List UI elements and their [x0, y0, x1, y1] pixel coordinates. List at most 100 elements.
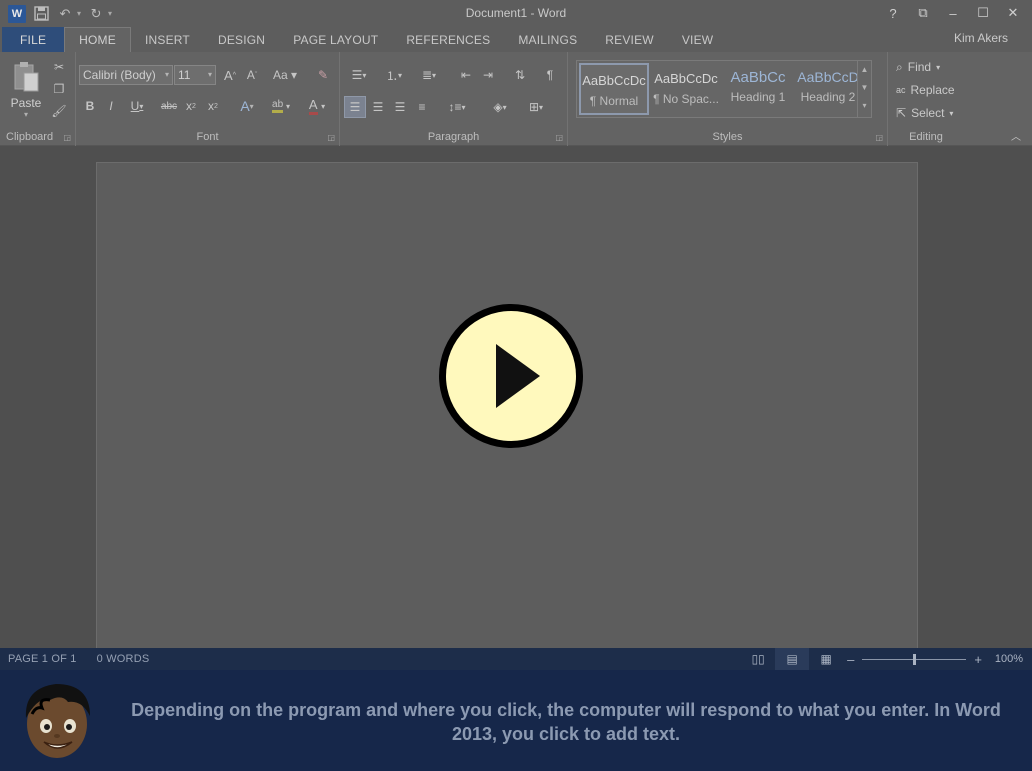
replace-label: Replace: [910, 83, 955, 97]
subscript-icon[interactable]: x2: [182, 96, 200, 116]
help-icon[interactable]: ?: [880, 3, 906, 23]
clear-formatting-icon[interactable]: ✎: [312, 65, 334, 85]
play-icon: [496, 344, 540, 408]
bullets-icon[interactable]: ☰ ▾: [344, 65, 374, 85]
web-layout-icon[interactable]: ▦: [809, 648, 843, 670]
font-group-label: Font: [196, 131, 219, 143]
minimize-button[interactable]: –: [940, 3, 966, 23]
font-name-value: Calibri (Body): [83, 68, 156, 82]
cursor-arrow-icon: ⇱: [896, 106, 907, 120]
editing-group-label: Editing: [909, 131, 943, 143]
paste-dropdown-icon[interactable]: ▾: [24, 110, 28, 119]
replace-button[interactable]: ac Replace: [896, 79, 955, 101]
sort-icon[interactable]: ⇅: [510, 65, 530, 85]
title-bar: W ↶ ▾ ↻ ▾ Document1 - Word ? ⧉ – ☐ ✕: [0, 0, 1032, 27]
view-and-zoom-controls: ▯▯ ▤ ▦ – + 100%: [741, 648, 1032, 670]
font-size-combo[interactable]: 11 ▾: [174, 65, 216, 85]
undo-dropdown-icon[interactable]: ▾: [77, 9, 81, 18]
copy-icon[interactable]: ❐: [50, 80, 68, 98]
font-color-icon[interactable]: A ▾: [302, 96, 332, 116]
style-heading-2[interactable]: AaBbCcD Heading 2: [793, 63, 863, 115]
word-count-status[interactable]: 0 WORDS: [97, 653, 150, 665]
collapse-ribbon-icon[interactable]: ︿: [1008, 128, 1024, 143]
style-name: ¶ No Spac...: [653, 92, 719, 106]
zoom-level[interactable]: 100%: [986, 653, 1032, 665]
italic-icon[interactable]: I: [103, 96, 119, 116]
font-launcher-icon[interactable]: ◲: [327, 133, 335, 142]
page-count-status[interactable]: PAGE 1 OF 1: [8, 653, 77, 665]
chevron-down-icon: ▾: [936, 62, 941, 72]
zoom-slider-thumb[interactable]: [913, 653, 917, 665]
style-normal[interactable]: AaBbCcDc ¶ Normal: [579, 63, 649, 115]
chevron-down-icon: ▾: [207, 70, 212, 79]
play-video-button[interactable]: [439, 304, 583, 448]
undo-icon[interactable]: ↶: [56, 4, 74, 24]
tab-file[interactable]: FILE: [2, 27, 65, 52]
style-sample: AaBbCc: [730, 69, 786, 86]
grow-font-icon[interactable]: A ^: [220, 65, 240, 85]
underline-icon[interactable]: U ▾: [124, 96, 150, 116]
style-no-spacing[interactable]: AaBbCcDc ¶ No Spac...: [651, 63, 721, 115]
styles-launcher-icon[interactable]: ◲: [875, 133, 883, 142]
tab-insert[interactable]: INSERT: [131, 27, 204, 52]
gallery-up-icon[interactable]: ▲: [858, 61, 871, 79]
bold-icon[interactable]: B: [82, 96, 98, 116]
style-sample: AaBbCcDc: [654, 71, 718, 86]
numbering-icon[interactable]: ⒈ ▾: [378, 65, 410, 85]
tab-home[interactable]: HOME: [64, 27, 131, 52]
tab-design[interactable]: DESIGN: [204, 27, 279, 52]
zoom-out-icon[interactable]: –: [843, 652, 858, 667]
shrink-font-icon[interactable]: Aˇ: [242, 65, 262, 85]
increase-indent-icon[interactable]: ⇥: [478, 65, 498, 85]
tab-review[interactable]: REVIEW: [591, 27, 668, 52]
font-name-combo[interactable]: Calibri (Body) ▾: [79, 65, 173, 85]
superscript-icon[interactable]: x2: [204, 96, 222, 116]
narrator-avatar: [25, 684, 90, 758]
read-mode-icon[interactable]: ▯▯: [741, 648, 775, 670]
narration-caption: Depending on the program and where you c…: [131, 700, 1001, 744]
strikethrough-icon[interactable]: abc: [158, 96, 180, 116]
editing-group: ⌕ Find ▾ ac Replace ⇱ Select ▾ Editing: [888, 52, 964, 146]
save-icon[interactable]: [32, 4, 50, 24]
tab-references[interactable]: REFERENCES: [392, 27, 504, 52]
highlight-color-icon[interactable]: ab ▾: [266, 96, 296, 116]
paragraph-group-label: Paragraph: [427, 131, 480, 143]
find-button[interactable]: ⌕ Find ▾: [896, 56, 940, 78]
ribbon-display-options-icon[interactable]: ⧉: [910, 3, 936, 23]
paragraph-launcher-icon[interactable]: ◲: [555, 133, 563, 142]
gallery-more-icon[interactable]: ▾: [858, 97, 871, 115]
style-sample: AaBbCcDc: [582, 73, 646, 88]
borders-icon[interactable]: ⊞ ▾: [520, 96, 552, 118]
change-case-icon[interactable]: Aa ▾: [270, 65, 300, 85]
multilevel-list-icon[interactable]: ≣ ▾: [414, 65, 444, 85]
decrease-indent-icon[interactable]: ⇤: [456, 65, 476, 85]
redo-icon[interactable]: ↻: [87, 4, 105, 24]
print-layout-icon[interactable]: ▤: [775, 648, 810, 670]
word-app-icon[interactable]: W: [8, 4, 26, 24]
select-button[interactable]: ⇱ Select ▾: [896, 102, 953, 124]
shading-icon[interactable]: ◈ ▾: [484, 96, 516, 118]
tab-mailings[interactable]: MAILINGS: [504, 27, 591, 52]
line-spacing-icon[interactable]: ↕≡ ▾: [442, 96, 472, 118]
style-heading-1[interactable]: AaBbCc Heading 1: [723, 63, 793, 115]
align-left-icon[interactable]: ☰: [344, 96, 366, 118]
close-button[interactable]: ✕: [1000, 3, 1026, 23]
justify-icon[interactable]: ≡: [412, 96, 432, 118]
gallery-down-icon[interactable]: ▼: [858, 79, 871, 97]
zoom-slider[interactable]: [862, 653, 967, 665]
window-controls: ? ⧉ – ☐ ✕: [880, 3, 1026, 23]
tab-page-layout[interactable]: PAGE LAYOUT: [279, 27, 392, 52]
zoom-in-icon[interactable]: +: [970, 652, 986, 667]
show-hide-pilcrow-icon[interactable]: ¶: [540, 65, 560, 85]
user-account-name[interactable]: Kim Akers: [954, 31, 1008, 45]
clipboard-launcher-icon[interactable]: ◲: [63, 133, 71, 142]
maximize-button[interactable]: ☐: [970, 3, 996, 23]
paste-button[interactable]: Paste ▾: [8, 58, 44, 122]
tab-view[interactable]: VIEW: [668, 27, 727, 52]
text-effects-icon[interactable]: A ▾: [234, 96, 260, 116]
format-painter-icon[interactable]: 🖌: [50, 102, 68, 120]
align-center-icon[interactable]: ☰: [368, 96, 388, 118]
customize-qat-icon[interactable]: ▾: [108, 9, 112, 18]
align-right-icon[interactable]: ☰: [390, 96, 410, 118]
cut-icon[interactable]: ✂: [50, 58, 68, 76]
